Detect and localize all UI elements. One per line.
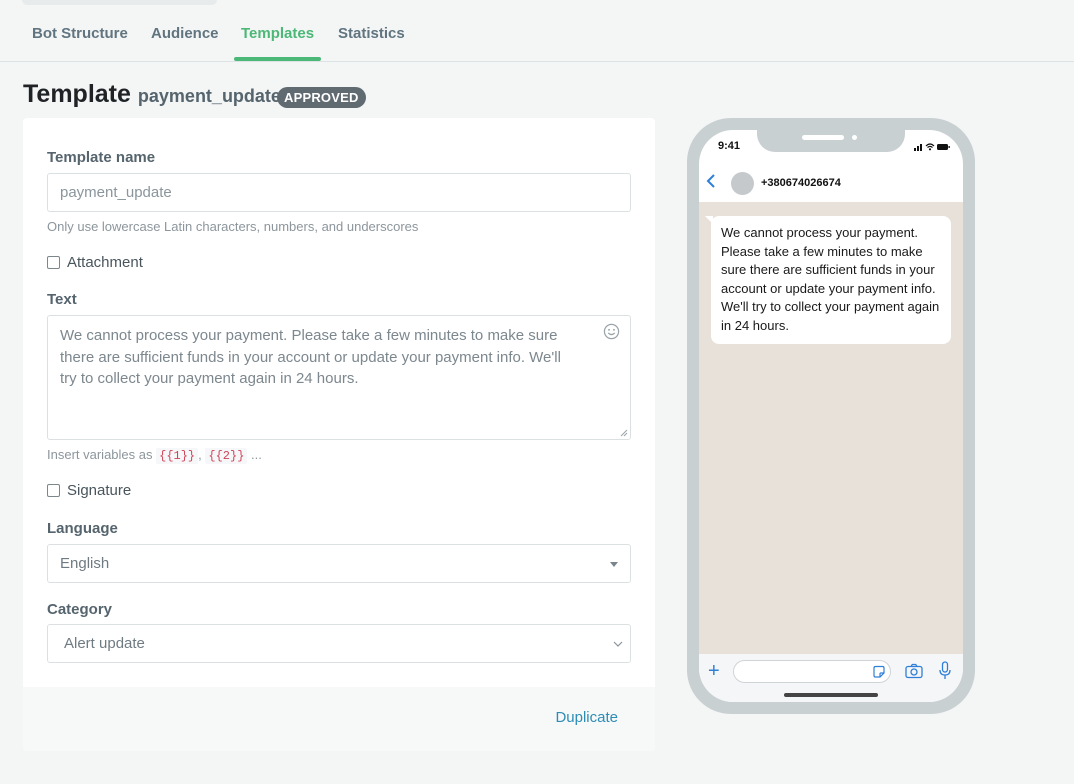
page-title-text: Template bbox=[23, 80, 131, 108]
duplicate-button[interactable]: Duplicate bbox=[555, 709, 618, 726]
phone-preview: 9:41 +380674026674 We cannot process you… bbox=[687, 118, 975, 714]
language-value: English bbox=[60, 555, 110, 572]
template-name-hint: Only use lowercase Latin characters, num… bbox=[47, 219, 419, 234]
phone-notch bbox=[757, 130, 905, 152]
phone-screen: 9:41 +380674026674 We cannot process you… bbox=[699, 130, 963, 702]
speaker-grille bbox=[802, 135, 844, 140]
camera-icon[interactable] bbox=[905, 663, 923, 679]
message-text: We cannot process your payment. Please t… bbox=[721, 225, 940, 333]
category-value: Alert update bbox=[64, 635, 145, 652]
card-footer: Duplicate bbox=[23, 687, 655, 751]
signature-checkbox[interactable] bbox=[47, 484, 60, 497]
tab-statistics[interactable]: Statistics bbox=[338, 25, 405, 42]
variable-token-2: {{2}} bbox=[205, 448, 248, 464]
variables-hint: Insert variables as {{1}}, {{2}} ... bbox=[47, 447, 262, 464]
bubble-tail bbox=[705, 216, 713, 224]
variables-hint-suffix: ... bbox=[251, 447, 262, 462]
avatar bbox=[731, 172, 754, 195]
language-select[interactable]: English bbox=[47, 544, 631, 583]
tab-templates[interactable]: Templates bbox=[241, 25, 314, 42]
message-bubble: We cannot process your payment. Please t… bbox=[705, 216, 951, 344]
tab-bar: Bot Structure Audience Templates Statist… bbox=[0, 0, 1074, 62]
category-select[interactable]: Alert update bbox=[47, 624, 631, 663]
microphone-icon[interactable] bbox=[939, 661, 951, 681]
page-title: Template payment_update bbox=[23, 80, 281, 109]
tab-bot-structure[interactable]: Bot Structure bbox=[32, 25, 128, 42]
sticker-icon[interactable] bbox=[872, 665, 886, 679]
template-name-label: Template name bbox=[47, 149, 156, 166]
status-badge: APPROVED bbox=[277, 87, 366, 108]
signature-label: Signature bbox=[67, 482, 132, 499]
variable-token-1: {{1}} bbox=[156, 448, 199, 464]
back-chevron-icon[interactable] bbox=[705, 173, 717, 189]
emoji-icon[interactable] bbox=[603, 323, 620, 340]
variables-separator: , bbox=[198, 447, 202, 462]
dropdown-caret-icon bbox=[610, 562, 618, 567]
status-time: 9:41 bbox=[718, 140, 741, 152]
contact-number: +380674026674 bbox=[761, 177, 841, 189]
front-camera bbox=[852, 135, 857, 140]
active-tab-indicator bbox=[234, 57, 321, 61]
tab-audience[interactable]: Audience bbox=[151, 25, 219, 42]
chat-header: +380674026674 bbox=[699, 164, 963, 198]
attachment-label: Attachment bbox=[67, 254, 143, 271]
template-form-card: Template name payment_update Only use lo… bbox=[23, 118, 655, 751]
text-textarea[interactable]: We cannot process your payment. Please t… bbox=[47, 315, 631, 440]
category-label: Category bbox=[47, 601, 113, 618]
signature-option[interactable]: Signature bbox=[47, 482, 131, 499]
template-name-input[interactable]: payment_update bbox=[47, 173, 631, 212]
status-icons bbox=[914, 143, 950, 151]
home-indicator bbox=[784, 693, 878, 697]
message-input[interactable] bbox=[733, 660, 891, 683]
attachment-checkbox[interactable] bbox=[47, 256, 60, 269]
attachment-option[interactable]: Attachment bbox=[47, 254, 143, 271]
plus-icon[interactable]: + bbox=[708, 661, 720, 681]
resize-handle-icon[interactable] bbox=[620, 429, 628, 437]
chevron-down-icon bbox=[613, 641, 623, 647]
language-label: Language bbox=[47, 520, 118, 537]
variables-hint-prefix: Insert variables as bbox=[47, 447, 153, 462]
text-label: Text bbox=[47, 291, 77, 308]
template-id: payment_update bbox=[137, 86, 281, 106]
text-value: We cannot process your payment. Please t… bbox=[60, 327, 561, 387]
chat-area: We cannot process your payment. Please t… bbox=[699, 202, 963, 654]
